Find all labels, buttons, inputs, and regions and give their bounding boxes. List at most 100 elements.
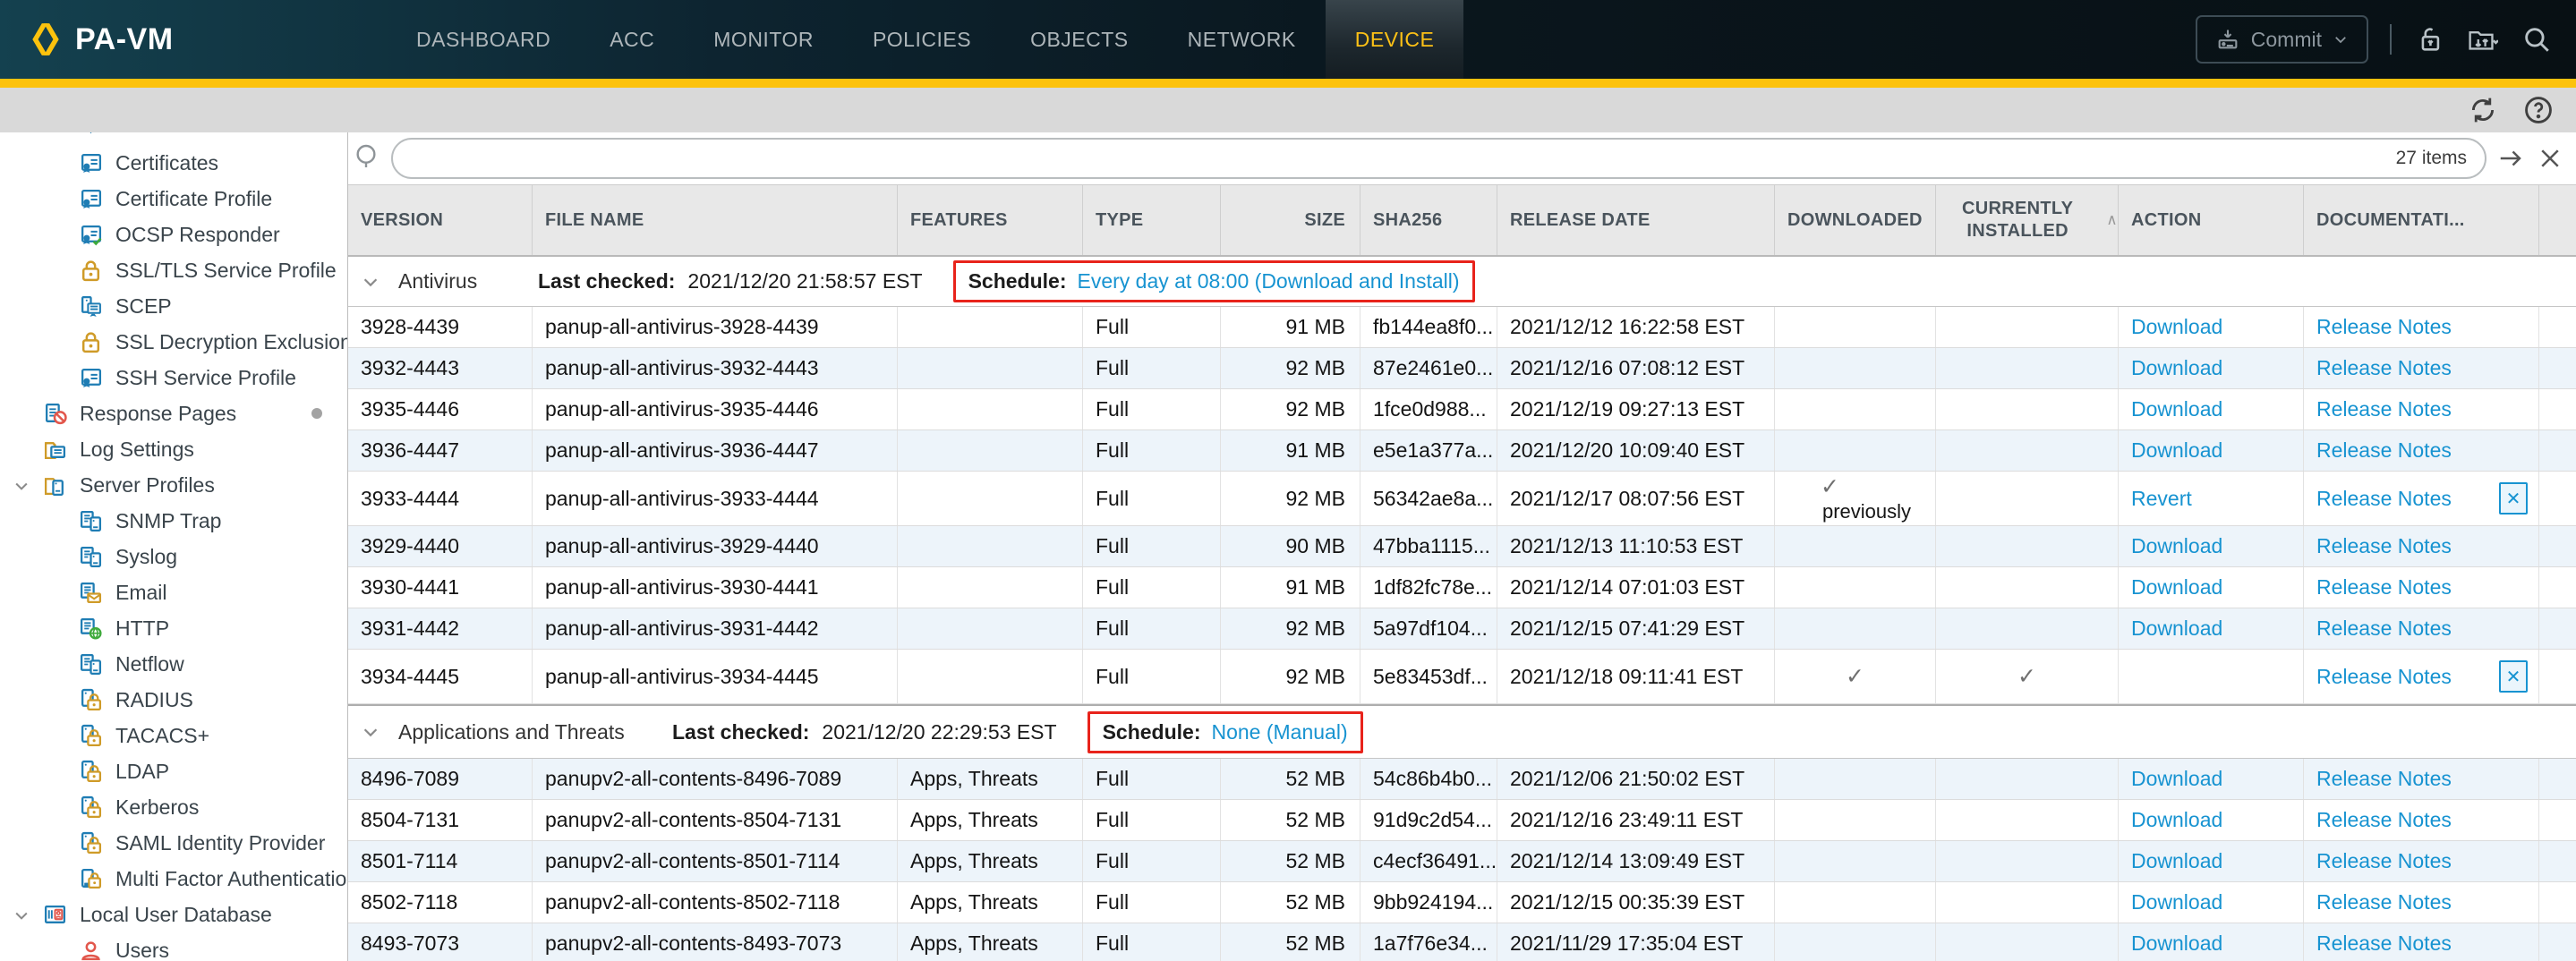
download-link[interactable]: Download (2131, 397, 2222, 421)
table-row: 3933-4444panup-all-antivirus-3933-4444Fu… (348, 472, 2576, 526)
release-notes-link[interactable]: Release Notes (2316, 315, 2452, 339)
nav-tab-monitor[interactable]: MONITOR (684, 0, 843, 79)
sidebar-item-response-pages[interactable]: Response Pages (0, 395, 347, 431)
schedule-link[interactable]: Every day at 08:00 (Download and Install… (1077, 269, 1459, 293)
download-link[interactable]: Download (2131, 767, 2222, 791)
help-icon[interactable] (2522, 94, 2555, 126)
download-link[interactable]: Download (2131, 849, 2222, 873)
document-unavailable-icon[interactable]: ✕ (2499, 482, 2528, 515)
sidebar-item-log-settings[interactable]: Log Settings (0, 431, 347, 467)
column-header-release-date[interactable]: RELEASE DATE (1497, 185, 1775, 255)
release-notes-link[interactable]: Release Notes (2316, 931, 2452, 956)
revert-link[interactable]: Revert (2131, 487, 2192, 511)
release-notes-link[interactable]: Release Notes (2316, 890, 2452, 914)
release-notes-link[interactable]: Release Notes (2316, 808, 2452, 832)
download-link[interactable]: Download (2131, 890, 2222, 914)
nav-tab-device[interactable]: DEVICE (1326, 0, 1464, 79)
download-link[interactable]: Download (2131, 931, 2222, 956)
sidebar-item-tacacs[interactable]: TACACS+ (0, 718, 347, 753)
sidebar-item-server-profiles[interactable]: Server Profiles (0, 467, 347, 503)
nav-tab-dashboard[interactable]: DASHBOARD (387, 0, 580, 79)
column-header-downloaded[interactable]: DOWNLOADED (1775, 185, 1936, 255)
release-notes-link[interactable]: Release Notes (2316, 575, 2452, 600)
section-header-applications-and-threats: Applications and ThreatsLast checked:202… (348, 704, 2576, 759)
sidebar-item-email[interactable]: Email (0, 574, 347, 610)
release-notes-link[interactable]: Release Notes (2316, 767, 2452, 791)
sidebar-item-ldap[interactable]: LDAP (0, 753, 347, 789)
sha256-cell: 56342ae8a... (1361, 472, 1497, 525)
sidebar-item-scep[interactable]: SCEP (0, 288, 347, 324)
sidebar-item-partially-visible[interactable] (0, 132, 347, 145)
sidebar-item-ssl-decryption-exclusion[interactable]: SSL Decryption Exclusion (0, 324, 347, 360)
column-header-documentati[interactable]: DOCUMENTATI... (2304, 185, 2539, 255)
nav-tab-policies[interactable]: POLICIES (843, 0, 1001, 79)
type-cell: Full (1083, 472, 1221, 525)
sidebar-item-kerberos[interactable]: Kerberos (0, 789, 347, 825)
column-header-type[interactable]: TYPE (1083, 185, 1221, 255)
commit-button[interactable]: Commit (2196, 15, 2368, 64)
download-link[interactable]: Download (2131, 315, 2222, 339)
type-cell: Full (1083, 841, 1221, 881)
download-link[interactable]: Download (2131, 575, 2222, 600)
sidebar-item-users[interactable]: Users (0, 932, 347, 961)
sidebar-item-local-user-database[interactable]: Local User Database (0, 897, 347, 932)
sidebar-item-saml-identity-provider[interactable]: SAML Identity Provider (0, 825, 347, 861)
document-unavailable-icon[interactable]: ✕ (2499, 660, 2528, 693)
download-link[interactable]: Download (2131, 808, 2222, 832)
download-link[interactable]: Download (2131, 534, 2222, 558)
collapse-chevron-icon[interactable] (361, 272, 380, 292)
section-header-antivirus: AntivirusLast checked:2021/12/20 21:58:5… (348, 257, 2576, 307)
apply-filter-arrow-icon[interactable] (2495, 143, 2526, 174)
column-header-action[interactable]: ACTION (2119, 185, 2304, 255)
sidebar-item-ocsp-responder[interactable]: OCSP Responder (0, 217, 347, 252)
sidebar-item-netflow[interactable]: Netflow (0, 646, 347, 682)
release-notes-link[interactable]: Release Notes (2316, 665, 2452, 689)
sidebar-item-certificate-profile[interactable]: Certificate Profile (0, 181, 347, 217)
sidebar-item-ssl-tls-service-profile[interactable]: SSL/TLS Service Profile (0, 252, 347, 288)
release-date-cell: 2021/12/19 09:27:13 EST (1497, 389, 1775, 429)
refresh-icon[interactable] (2467, 94, 2499, 126)
sidebar-item-ssh-service-profile[interactable]: SSH Service Profile (0, 360, 347, 395)
expander-chevron-icon[interactable] (13, 906, 30, 923)
doc-mail-icon (79, 581, 103, 605)
nav-tab-objects[interactable]: OBJECTS (1001, 0, 1158, 79)
sidebar-item-multi-factor-authentication[interactable]: Multi Factor Authentication (0, 861, 347, 897)
nav-tab-acc[interactable]: ACC (580, 0, 684, 79)
file-name-cell: panup-all-antivirus-3935-4446 (533, 389, 898, 429)
download-link[interactable]: Download (2131, 617, 2222, 641)
release-notes-link[interactable]: Release Notes (2316, 438, 2452, 463)
filter-input[interactable] (411, 146, 2396, 171)
documentation-cell: Release Notes (2304, 307, 2539, 347)
release-notes-link[interactable]: Release Notes (2316, 534, 2452, 558)
column-header-features[interactable]: FEATURES (898, 185, 1083, 255)
column-header-sha256[interactable]: SHA256 (1361, 185, 1497, 255)
column-header-label: ACTION (2131, 210, 2201, 231)
unlock-icon[interactable] (2413, 23, 2445, 55)
config-sync-folder-icon[interactable] (2467, 23, 2499, 55)
column-header-file-name[interactable]: FILE NAME (533, 185, 898, 255)
sidebar-item-snmp-trap[interactable]: SNMP Trap (0, 503, 347, 539)
release-notes-link[interactable]: Release Notes (2316, 617, 2452, 641)
sha256-cell: c4ecf36491... (1361, 841, 1497, 881)
sidebar-item-http[interactable]: HTTP (0, 610, 347, 646)
sidebar-item-radius[interactable]: RADIUS (0, 682, 347, 718)
release-notes-link[interactable]: Release Notes (2316, 397, 2452, 421)
column-header-currently-installed[interactable]: CURRENTLY INSTALLED∧ (1936, 185, 2119, 255)
expander-chevron-icon[interactable] (13, 476, 30, 494)
collapse-chevron-icon[interactable] (361, 722, 380, 742)
sidebar-item-certificates[interactable]: Certificates (0, 145, 347, 181)
release-notes-link[interactable]: Release Notes (2316, 356, 2452, 380)
schedule-label: Schedule: (968, 269, 1067, 293)
download-link[interactable]: Download (2131, 356, 2222, 380)
nav-tab-network[interactable]: NETWORK (1158, 0, 1326, 79)
release-notes-link[interactable]: Release Notes (2316, 487, 2452, 511)
sidebar-item-syslog[interactable]: Syslog (0, 539, 347, 574)
global-search-icon[interactable] (2521, 23, 2553, 55)
column-header-size[interactable]: SIZE (1221, 185, 1361, 255)
release-notes-link[interactable]: Release Notes (2316, 849, 2452, 873)
column-header-version[interactable]: VERSION (348, 185, 533, 255)
schedule-link[interactable]: None (Manual) (1211, 720, 1347, 744)
user-db-icon (43, 903, 67, 927)
clear-filter-icon[interactable] (2535, 143, 2565, 174)
download-link[interactable]: Download (2131, 438, 2222, 463)
